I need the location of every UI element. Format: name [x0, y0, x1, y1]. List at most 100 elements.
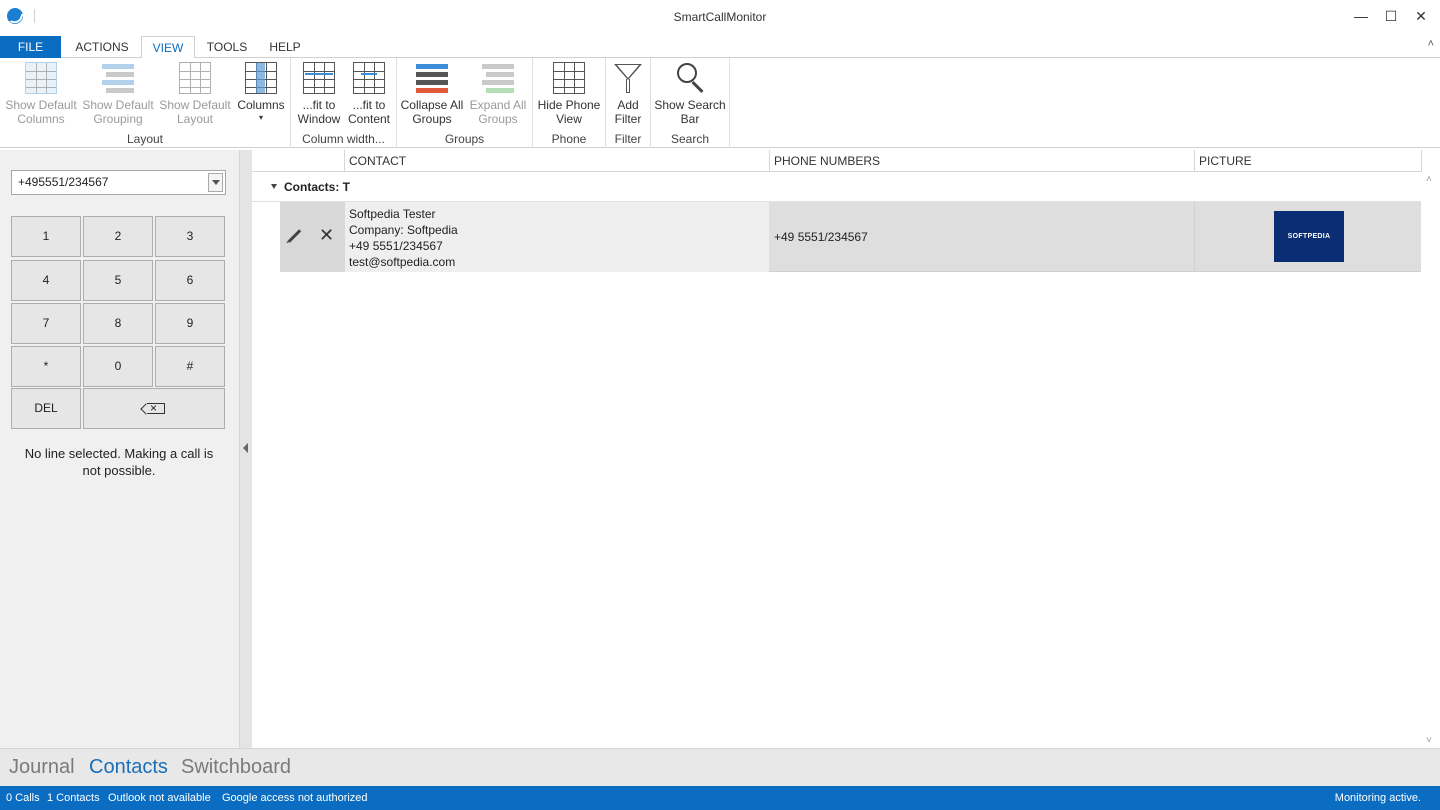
phone-panel: +495551/234567 1 2 3 4 5 6 7 8 9 * 0 # D…	[0, 150, 239, 748]
fit-to-content-button[interactable]: ...fit to Content	[343, 60, 395, 130]
delete-icon[interactable]: ✕	[319, 226, 334, 244]
dial-key-3[interactable]: 3	[155, 216, 225, 257]
collapse-groups-icon	[416, 62, 448, 94]
softpedia-logo: SOFTPEDIA	[1274, 211, 1344, 262]
collapse-ribbon-icon[interactable]: ˄	[1428, 38, 1434, 50]
backspace-icon	[147, 400, 165, 416]
status-monitoring: Monitoring active.	[1334, 792, 1421, 804]
collapse-arrow-icon[interactable]	[271, 184, 277, 189]
tab-tools[interactable]: TOOLS	[200, 36, 254, 58]
contact-company: Company: Softpedia	[349, 223, 458, 237]
minimize-button[interactable]: —	[1345, 0, 1377, 32]
dial-key-0[interactable]: 0	[83, 346, 153, 387]
title-bar: SmartCallMonitor — ☐ ✕	[0, 0, 1440, 34]
scroll-down-icon[interactable]: ˅	[1426, 735, 1432, 746]
phone-numbers-cell[interactable]: +49 5551/234567	[769, 202, 1194, 272]
contacts-grid: CONTACT PHONE NUMBERS PICTURE Contacts: …	[252, 150, 1440, 748]
layout-icon	[179, 62, 211, 94]
dial-key-hash[interactable]: #	[155, 346, 225, 387]
tab-actions[interactable]: ACTIONS	[68, 36, 136, 58]
tab-view[interactable]: VIEW	[141, 36, 195, 59]
panel-splitter[interactable]	[239, 150, 252, 748]
backspace-button[interactable]	[83, 388, 225, 429]
column-header-phone-numbers[interactable]: PHONE NUMBERS	[770, 150, 1195, 172]
dial-key-4[interactable]: 4	[11, 260, 81, 301]
ribbon-group-label: Search	[670, 132, 710, 146]
vertical-scrollbar[interactable]: ˄ ˅	[1421, 172, 1440, 748]
contact-phone: +49 5551/234567	[349, 239, 443, 253]
dial-key-2[interactable]: 2	[83, 216, 153, 257]
status-calls: 0 Calls	[6, 792, 40, 804]
ribbon-group-filter: Add Filter Filter	[606, 58, 651, 148]
contact-email: test@softpedia.com	[349, 255, 456, 269]
tab-file[interactable]: FILE	[0, 36, 61, 58]
edit-pencil-icon[interactable]	[287, 229, 302, 243]
fit-window-icon	[303, 62, 335, 94]
contact-name: Softpedia Tester	[349, 207, 436, 221]
show-default-layout-button[interactable]: Show Default Layout	[158, 60, 232, 130]
ribbon-group-column-width: ...fit to Window ...fit to Content Colum…	[291, 58, 397, 148]
show-default-columns-button[interactable]: Show Default Columns	[4, 60, 78, 130]
group-row[interactable]: Contacts: T	[252, 172, 1421, 202]
phone-number-combobox[interactable]: +495551/234567	[11, 170, 226, 195]
group-label: Contacts: T	[284, 180, 350, 194]
dial-key-7[interactable]: 7	[11, 303, 81, 344]
chevron-down-icon[interactable]	[208, 173, 223, 192]
dial-key-star[interactable]: *	[11, 346, 81, 387]
add-filter-button[interactable]: Add Filter	[606, 60, 650, 130]
ribbon-group-label: Filter	[614, 132, 642, 146]
ribbon-group-groups: Collapse All Groups Expand All Groups Gr…	[397, 58, 533, 148]
columns-grid-icon	[25, 62, 57, 94]
status-contacts: 1 Contacts	[47, 792, 100, 804]
maximize-button[interactable]: ☐	[1375, 0, 1407, 32]
nav-switchboard[interactable]: Switchboard	[181, 756, 291, 779]
column-header-contact[interactable]: CONTACT	[345, 150, 770, 172]
table-row[interactable]: ✕ Softpedia Tester Company: Softpedia +4…	[252, 202, 1421, 272]
dial-key-9[interactable]: 9	[155, 303, 225, 344]
hide-phone-view-button[interactable]: Hide Phone View	[534, 60, 604, 130]
window-title: SmartCallMonitor	[673, 10, 767, 24]
filter-icon	[612, 62, 644, 94]
del-button[interactable]: DEL	[11, 388, 81, 429]
expand-all-groups-button[interactable]: Expand All Groups	[465, 60, 531, 130]
show-search-bar-button[interactable]: Show Search Bar	[653, 60, 727, 130]
ribbon-group-label: Phone	[551, 132, 587, 146]
columns-icon	[245, 62, 277, 94]
dial-key-8[interactable]: 8	[83, 303, 153, 344]
grouping-icon	[102, 62, 134, 94]
picture-cell: SOFTPEDIA	[1194, 202, 1421, 272]
ribbon-group-label: Column width...	[302, 132, 385, 146]
contact-cell[interactable]: Softpedia Tester Company: Softpedia +49 …	[345, 202, 769, 272]
search-icon	[674, 62, 706, 94]
scroll-up-icon[interactable]: ˄	[1426, 174, 1432, 185]
close-button[interactable]: ✕	[1405, 0, 1437, 32]
no-line-message: No line selected. Making a call is not p…	[24, 446, 214, 478]
ribbon-group-layout: Show Default Columns Show Default Groupi…	[0, 58, 291, 148]
chevron-down-icon: ▾	[258, 113, 263, 122]
nav-contacts[interactable]: Contacts	[89, 756, 168, 779]
phone-view-grid-icon	[553, 62, 585, 94]
show-default-grouping-button[interactable]: Show Default Grouping	[81, 60, 155, 130]
nav-journal[interactable]: Journal	[9, 756, 75, 779]
ribbon-group-label: Layout	[126, 132, 164, 146]
status-google: Google access not authorized	[222, 792, 368, 804]
dial-key-6[interactable]: 6	[155, 260, 225, 301]
dial-key-5[interactable]: 5	[83, 260, 153, 301]
bottom-navigation: Journal Contacts Switchboard	[0, 748, 1440, 786]
row-actions: ✕	[280, 202, 345, 272]
fit-content-icon	[353, 62, 385, 94]
ribbon-group-search: Show Search Bar Search	[651, 58, 730, 148]
fit-to-window-button[interactable]: ...fit to Window	[293, 60, 345, 130]
status-bar: 0 Calls 1 Contacts Outlook not available…	[0, 786, 1440, 810]
tab-help[interactable]: HELP	[260, 36, 310, 58]
dial-key-1[interactable]: 1	[11, 216, 81, 257]
column-header-picture[interactable]: PICTURE	[1195, 150, 1422, 172]
status-outlook: Outlook not available	[108, 792, 211, 804]
chevron-left-icon[interactable]	[243, 443, 248, 453]
row-gutter	[252, 202, 280, 272]
columns-dropdown-button[interactable]: Columns ▾	[224, 60, 298, 130]
phone-number-value: +495551/234567	[18, 175, 109, 189]
ribbon-group-label: Groups	[444, 132, 485, 146]
collapse-all-groups-button[interactable]: Collapse All Groups	[399, 60, 465, 130]
ribbon-group-phone: Hide Phone View Phone	[533, 58, 606, 148]
